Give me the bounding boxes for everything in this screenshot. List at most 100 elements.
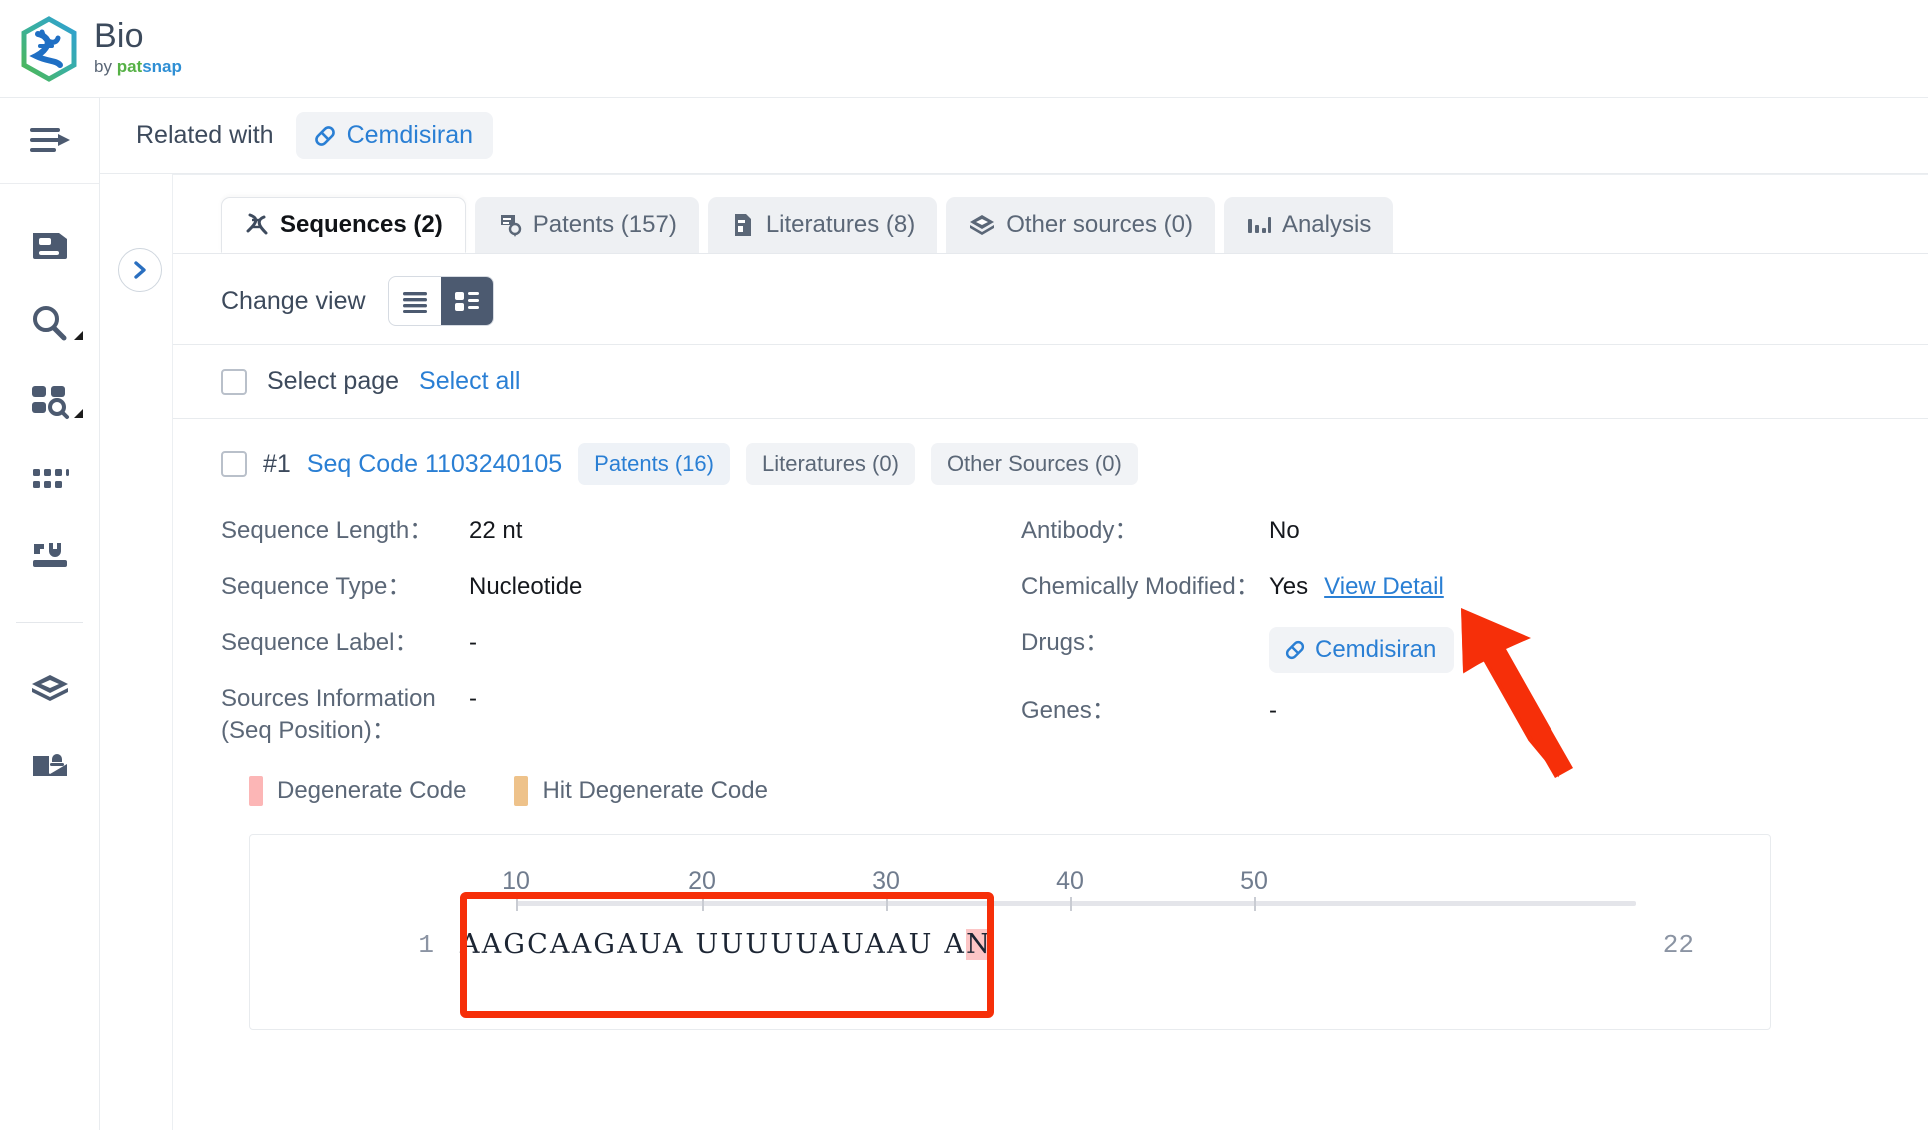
change-view-label: Change view [221, 286, 366, 315]
field-label: Drugs： [1021, 629, 1110, 656]
legend-swatch-degenerate [249, 776, 263, 807]
ruler-tick [516, 897, 518, 912]
field-label: Chemically Modified： [1021, 573, 1260, 600]
field-value: - [469, 629, 477, 656]
sidebar-item-datasets[interactable] [0, 440, 99, 518]
tab-label: Analysis [1281, 211, 1372, 238]
ruler-axis [516, 901, 1636, 907]
view-detail-link[interactable]: View Detail [1324, 571, 1444, 603]
field-value: Nucleotide [469, 573, 583, 600]
literature-doc-icon [734, 214, 751, 236]
view-mode-card-button[interactable] [440, 277, 493, 325]
sequence-record: #1 Seq Code 1103240105 Patents (16) Lite… [173, 419, 1928, 1031]
field-label: Antibody： [1021, 517, 1139, 544]
tab-sequences[interactable]: Sequences (2) [221, 197, 466, 253]
field-antibody: Antibody： No [1021, 515, 1781, 549]
record-checkbox[interactable] [221, 451, 247, 477]
select-page-checkbox[interactable] [221, 368, 247, 395]
record-badge-other-sources[interactable]: Other Sources (0) [930, 443, 1138, 485]
ruler-tick-label: 20 [688, 867, 716, 896]
grid-search-icon [31, 386, 69, 419]
ruler-tick-label: 50 [1240, 867, 1268, 896]
chevron-expand-icon [74, 409, 83, 418]
sidebar-item-documents[interactable] [0, 206, 99, 284]
tab-label: Patents (157) [532, 211, 677, 238]
sidebar-item-batch-search[interactable] [0, 362, 99, 440]
sidebar-toggle-button[interactable] [0, 98, 99, 184]
field-label: Genes： [1021, 696, 1116, 724]
field-chemically-modified: Chemically Modified： Yes View Detail [1021, 571, 1781, 605]
inbox-alert-icon [32, 754, 67, 776]
chevron-expand-icon [74, 331, 83, 340]
left-sidebar [0, 98, 100, 1130]
field-value: - [469, 685, 477, 712]
brand-subtitle: by patsnap [94, 56, 182, 78]
brand-text: Bio by patsnap [94, 18, 182, 78]
drug-chip-label: Cemdisiran [1315, 636, 1437, 663]
record-fields: Sequence Length： 22 nt Sequence Type： Nu… [221, 495, 1928, 768]
ruler-tick-label: 30 [872, 867, 900, 896]
record-header: #1 Seq Code 1103240105 Patents (16) Lite… [221, 419, 1928, 495]
list-view-icon [402, 292, 427, 313]
sidebar-items [0, 184, 99, 805]
field-label: Sources Information (Seq Position)： [221, 685, 436, 744]
cube-icon [970, 215, 995, 235]
dna-icon [246, 213, 268, 235]
field-value-group: Cemdisiran [1269, 627, 1455, 673]
legend-label: Degenerate Code [277, 777, 467, 805]
sidebar-item-workspace[interactable] [0, 649, 99, 727]
dots-grid-icon [32, 469, 69, 488]
tab-literatures[interactable]: Literatures (8) [707, 197, 938, 253]
brand-snap: snap [142, 57, 182, 77]
select-all-link[interactable]: Select all [419, 367, 520, 396]
field-value: 22 nt [469, 517, 523, 544]
document-icon [32, 233, 67, 259]
field-value: - [1269, 696, 1277, 724]
tab-other-sources[interactable]: Other sources (0) [946, 197, 1215, 253]
field-sequence-length: Sequence Length： 22 nt [221, 515, 1021, 549]
bar-chart-icon [1247, 217, 1271, 233]
sidebar-item-inbox[interactable] [0, 727, 99, 805]
legend-swatch-hit-degenerate [514, 776, 529, 807]
field-drugs: Drugs： Cemdisiran [1021, 627, 1781, 673]
record-badge-literatures[interactable]: Literatures (0) [745, 443, 915, 485]
view-mode-toggle [387, 276, 494, 326]
brand-bar: Bio by patsnap [0, 0, 1928, 98]
record-seq-code-link[interactable]: Seq Code 1103240105 [307, 450, 562, 479]
related-drug-chip[interactable]: Cemdisiran [295, 112, 494, 159]
view-mode-list-button[interactable] [389, 277, 441, 325]
legend-item-degenerate: Degenerate Code [249, 776, 467, 807]
tab-bar: Sequences (2) Patents (157) Literatures … [173, 175, 1928, 253]
tools-icon [32, 543, 67, 567]
tab-label: Other sources (0) [1006, 211, 1193, 238]
field-sequence-label: Sequence Label： - [221, 627, 1021, 661]
tab-label: Sequences (2) [280, 211, 443, 238]
ruler-tick [1254, 897, 1256, 912]
record-badge-patents[interactable]: Patents (16) [578, 443, 730, 485]
sequence-line: 1 AAGCAAGAUA UUUUUAUAAU AN 22 [250, 929, 1770, 961]
search-icon [32, 306, 66, 341]
drug-chip[interactable]: Cemdisiran [1269, 627, 1455, 673]
sequence-end-position: 22 [1662, 929, 1694, 960]
record-index: #1 [263, 449, 291, 478]
sidebar-item-tools[interactable] [0, 518, 99, 596]
card-view-icon [454, 292, 479, 311]
brand-by: by [94, 57, 112, 77]
content-area: Related with Cemdisiran Sequences (2) Pa… [100, 98, 1928, 1130]
brand-pat: pat [116, 57, 143, 77]
tab-analysis[interactable]: Analysis [1223, 197, 1394, 253]
sidebar-item-search[interactable] [0, 284, 99, 362]
tab-patents[interactable]: Patents (157) [474, 197, 699, 253]
legend-item-hit-degenerate: Hit Degenerate Code [514, 776, 768, 807]
sequence-plain-text: AAGCAAGAUA UUUUUAUAAU A [460, 929, 967, 961]
field-value-group: Yes View Detail [1269, 571, 1444, 603]
select-page-label[interactable]: Select page [267, 367, 399, 396]
field-value: No [1269, 517, 1300, 544]
patent-doc-icon [500, 215, 521, 237]
sequence-legend: Degenerate Code Hit Degenerate Code [221, 768, 1928, 807]
field-sources-information: Sources Information (Seq Position)： - [221, 683, 1021, 746]
field-label: Sequence Label： [221, 629, 419, 656]
ruler-tick-label: 10 [502, 867, 530, 896]
panel-expand-button[interactable] [118, 248, 162, 292]
pill-capsule-icon [1285, 640, 1305, 659]
